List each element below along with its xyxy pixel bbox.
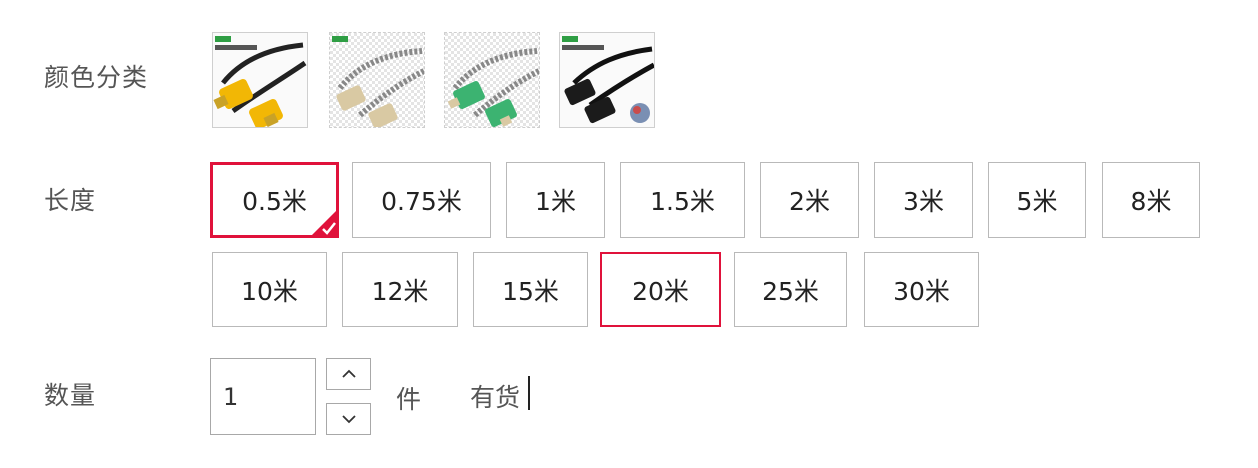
quantity-increase-button[interactable] <box>326 358 371 390</box>
variant-thumb-transparent[interactable] <box>329 32 425 128</box>
text-caret <box>528 376 530 410</box>
length-option-20m[interactable]: 20米 <box>600 252 721 327</box>
option-text: 0.5米 <box>242 187 307 216</box>
length-option-3m[interactable]: 3米 <box>874 162 973 238</box>
variant-thumb-black[interactable] <box>559 32 655 128</box>
option-text: 2米 <box>789 187 830 216</box>
length-option-15m[interactable]: 15米 <box>473 252 588 327</box>
length-option-1m[interactable]: 1米 <box>506 162 605 238</box>
option-text: 25米 <box>762 276 819 306</box>
option-text: 5米 <box>1016 187 1058 216</box>
length-option-8m[interactable]: 8米 <box>1102 162 1200 238</box>
length-option-1-5m[interactable]: 1.5米 <box>620 162 745 238</box>
quantity-input[interactable] <box>210 358 316 435</box>
hdmi-cable-black-icon <box>560 33 654 127</box>
option-text: 10米 <box>241 276 298 306</box>
stock-status: 有货 <box>470 383 521 412</box>
hdmi-cable-transparent-icon <box>330 33 424 127</box>
quantity-unit: 件 <box>396 385 422 414</box>
length-option-0-5m[interactable]: 0.5米 <box>210 162 339 238</box>
quantity-label: 数量 <box>44 381 97 410</box>
variant-thumb-yellow[interactable] <box>212 32 308 128</box>
option-text: 8米 <box>1130 187 1172 216</box>
selected-check-icon <box>309 208 339 238</box>
option-text: 20米 <box>632 276 689 306</box>
chevron-up-icon <box>341 369 356 378</box>
option-text: 1.5米 <box>650 187 715 216</box>
length-label: 长度 <box>44 186 97 215</box>
variant-thumb-green-transparent[interactable] <box>444 32 540 128</box>
length-option-12m[interactable]: 12米 <box>342 252 458 327</box>
hdmi-cable-yellow-icon <box>213 33 307 127</box>
length-option-25m[interactable]: 25米 <box>734 252 847 327</box>
option-text: 0.75米 <box>381 187 462 216</box>
hdmi-cable-green-transparent-icon <box>445 33 539 127</box>
length-option-2m[interactable]: 2米 <box>760 162 859 238</box>
length-option-10m[interactable]: 10米 <box>212 252 327 327</box>
option-text: 15米 <box>502 276 559 306</box>
length-option-0-75m[interactable]: 0.75米 <box>352 162 491 238</box>
quantity-decrease-button[interactable] <box>326 403 371 435</box>
length-option-30m[interactable]: 30米 <box>864 252 979 327</box>
color-label: 颜色分类 <box>44 63 149 92</box>
option-text: 1米 <box>535 187 576 216</box>
option-text: 3米 <box>903 187 944 216</box>
chevron-down-icon <box>341 415 356 424</box>
option-text: 30米 <box>893 276 950 306</box>
option-text: 12米 <box>371 276 429 306</box>
length-option-5m[interactable]: 5米 <box>988 162 1086 238</box>
